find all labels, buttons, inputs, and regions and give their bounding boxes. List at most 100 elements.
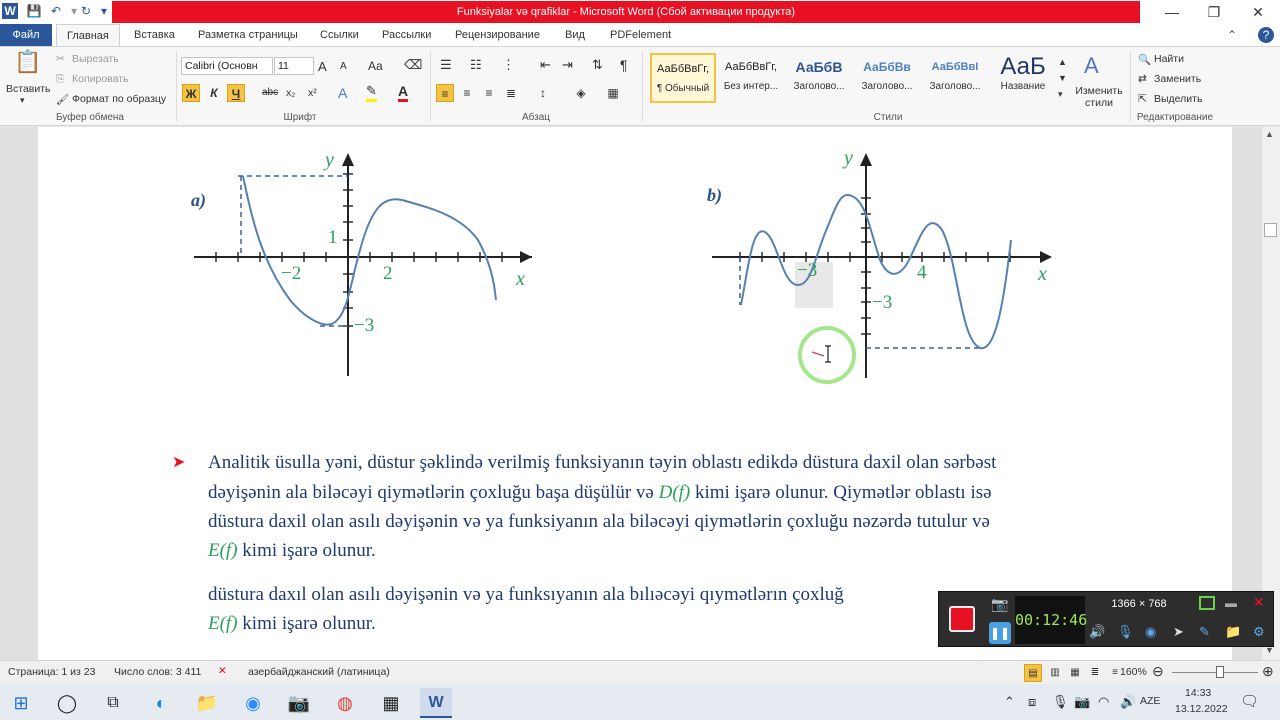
zoom-slider-thumb[interactable] [1216, 666, 1224, 678]
document-page[interactable]: a) y x −2 2 1 −3 b) y x −3 4 −3 ➤ Analit… [38, 127, 1232, 660]
tray-app-icon[interactable]: ⧈ [1028, 694, 1036, 710]
tab-view[interactable]: Вид [555, 24, 595, 46]
zoom-out-icon[interactable]: ⊖ [1152, 663, 1164, 680]
region-icon[interactable] [1199, 596, 1215, 610]
scroll-up-icon[interactable]: ▲ [1265, 129, 1274, 139]
superscript-button[interactable]: x² [308, 87, 317, 99]
page-count[interactable]: Страница: 1 из 23 [8, 666, 95, 678]
paragraph-line[interactable]: düstura daxil olan asılı dəyişənin və ya… [208, 511, 990, 533]
minimize-recorder-icon[interactable]: ▬ [1225, 596, 1237, 610]
show-marks-icon[interactable]: ¶ [620, 57, 628, 73]
style-heading-2[interactable]: АаБбВв Заголово... [854, 53, 920, 103]
save-icon[interactable]: 💾 [26, 3, 42, 19]
volume-icon[interactable]: 🔊 [1120, 694, 1136, 710]
help-icon[interactable]: ? [1258, 27, 1274, 43]
stop-record-button[interactable] [949, 606, 975, 632]
tray-camera-icon[interactable]: 📷 [1074, 694, 1090, 710]
camera-app-icon[interactable]: 📷 [284, 688, 314, 718]
outline-icon[interactable]: ≣ [1086, 664, 1104, 682]
grow-font-icon[interactable]: A [318, 59, 327, 74]
file-explorer-icon[interactable]: 📁 [192, 688, 222, 718]
tray-chevron-icon[interactable]: ⌃ [1004, 694, 1015, 710]
find-button[interactable]: Найти [1154, 53, 1184, 65]
paste-icon[interactable]: 📋 [14, 51, 41, 81]
cursor-icon[interactable]: ➤ [1173, 624, 1184, 640]
font-name-select[interactable]: Calibri (Основн [181, 57, 273, 75]
change-case-button[interactable]: Aa [368, 59, 383, 73]
justify-icon[interactable]: ≣ [502, 84, 520, 102]
pen-icon[interactable]: ✎ [1199, 624, 1210, 640]
close-icon[interactable]: ✕ [1236, 0, 1280, 24]
styles-scroll-up-icon[interactable]: ▲ [1058, 57, 1067, 67]
webcam-icon[interactable]: ◉ [1145, 624, 1156, 640]
underline-button[interactable]: Ч [227, 84, 245, 102]
style-no-spacing[interactable]: АаБбВвГг, Без интер... [718, 53, 784, 103]
align-right-icon[interactable]: ≡ [480, 84, 498, 102]
language-status[interactable]: азербайджанский (латиница) [248, 666, 390, 678]
align-left-icon[interactable]: ≡ [436, 84, 454, 102]
undo-icon[interactable]: ↶ [48, 3, 64, 19]
select-icon[interactable]: ⇱ [1138, 93, 1147, 105]
styles-scroll-down-icon[interactable]: ▼ [1058, 73, 1067, 83]
calculator-icon[interactable]: ▦ [376, 688, 406, 718]
font-color-icon[interactable]: A [398, 83, 409, 102]
change-styles-button[interactable]: Изменить стили [1074, 85, 1124, 109]
word-app-icon[interactable]: W [420, 688, 452, 718]
cut-icon[interactable]: ✂ [56, 53, 65, 65]
reading-layout-icon[interactable]: ▥ [1046, 664, 1064, 682]
font-size-select[interactable]: 11 [274, 57, 314, 75]
paste-dropdown-icon[interactable]: ▾ [20, 95, 25, 106]
style-title[interactable]: АаБ Название [990, 53, 1056, 103]
paragraph-line[interactable]: Analitik üsulla yəni, düstur şəklində ve… [208, 452, 996, 474]
format-painter-icon[interactable]: 🖌 [56, 93, 69, 106]
numbering-icon[interactable]: ☷ [470, 57, 482, 73]
paragraph-line[interactable]: dəyişənin ala biləcəyi qiymətlərin çoxlu… [208, 482, 992, 504]
paragraph-line[interactable]: düstura daxıl olan asılı dəyişənin və ya… [208, 584, 938, 606]
tab-pdfelement[interactable]: PDFelement [600, 24, 681, 46]
print-layout-icon[interactable]: ▤ [1024, 664, 1042, 682]
align-center-icon[interactable]: ≡ [458, 84, 476, 102]
customize-icon[interactable]: ▾ [96, 3, 112, 19]
zoom-slider[interactable] [1172, 672, 1258, 673]
zoom-app-icon[interactable]: ◉ [238, 688, 268, 718]
document-area[interactable]: a) y x −2 2 1 −3 b) y x −3 4 −3 ➤ Analit… [0, 127, 1262, 660]
cut-button[interactable]: Вырезать [72, 53, 119, 65]
edge-icon[interactable]: ◐ [146, 688, 176, 718]
text-effects-icon[interactable]: A [338, 85, 347, 101]
copy-icon[interactable]: ⎘ [56, 73, 64, 86]
minimize-icon[interactable]: — [1150, 0, 1194, 24]
line-spacing-icon[interactable]: ↕ [534, 84, 552, 102]
notifications-icon[interactable]: 🗨 [1240, 692, 1259, 710]
tab-file[interactable]: Файл [0, 24, 52, 46]
redo-icon[interactable]: ↻ [78, 3, 94, 19]
spelling-icon[interactable]: ✕ [218, 665, 227, 677]
bullets-icon[interactable]: ☰ [440, 57, 452, 73]
select-button[interactable]: Выделить [1154, 93, 1202, 105]
clock-date[interactable]: 13.12.2022 [1175, 703, 1228, 715]
folder-icon[interactable]: 📁 [1225, 624, 1241, 640]
shading-icon[interactable]: ◈ [572, 84, 590, 102]
maximize-icon[interactable]: ❐ [1192, 0, 1236, 24]
find-icon[interactable]: 🔍 [1138, 53, 1151, 66]
styles-more-icon[interactable]: ▾ [1058, 89, 1063, 100]
tray-mic-icon[interactable]: 🎙 [1052, 694, 1069, 710]
replace-button[interactable]: Заменить [1154, 73, 1201, 85]
bold-button[interactable]: Ж [182, 84, 200, 102]
zoom-in-icon[interactable]: ⊕ [1262, 663, 1274, 680]
close-recorder-icon[interactable]: ✕ [1253, 594, 1265, 611]
word-count[interactable]: Число слов: 3 411 [114, 666, 201, 678]
format-painter-button[interactable]: Формат по образцу [72, 93, 166, 105]
subscript-button[interactable]: x₂ [286, 87, 295, 99]
paragraph-line[interactable]: E(f) kimi işarə olunur. [208, 613, 376, 635]
clock-time[interactable]: 14:33 [1185, 687, 1211, 699]
tab-home[interactable]: Главная [56, 24, 120, 46]
style-normal[interactable]: АаБбВвГг, ¶ Обычный [650, 53, 716, 103]
zoom-level[interactable]: 160% [1120, 666, 1147, 678]
keyboard-language[interactable]: AZE [1140, 695, 1160, 707]
tab-mailings[interactable]: Рассылки [372, 24, 441, 46]
vertical-scrollbar[interactable]: ▲ ▼ [1262, 127, 1280, 660]
change-styles-icon[interactable]: A [1084, 53, 1099, 79]
task-view-icon[interactable]: ⧉ [98, 688, 128, 718]
paste-button[interactable]: Вставить [6, 83, 51, 95]
copy-button[interactable]: Копировать [72, 73, 129, 85]
